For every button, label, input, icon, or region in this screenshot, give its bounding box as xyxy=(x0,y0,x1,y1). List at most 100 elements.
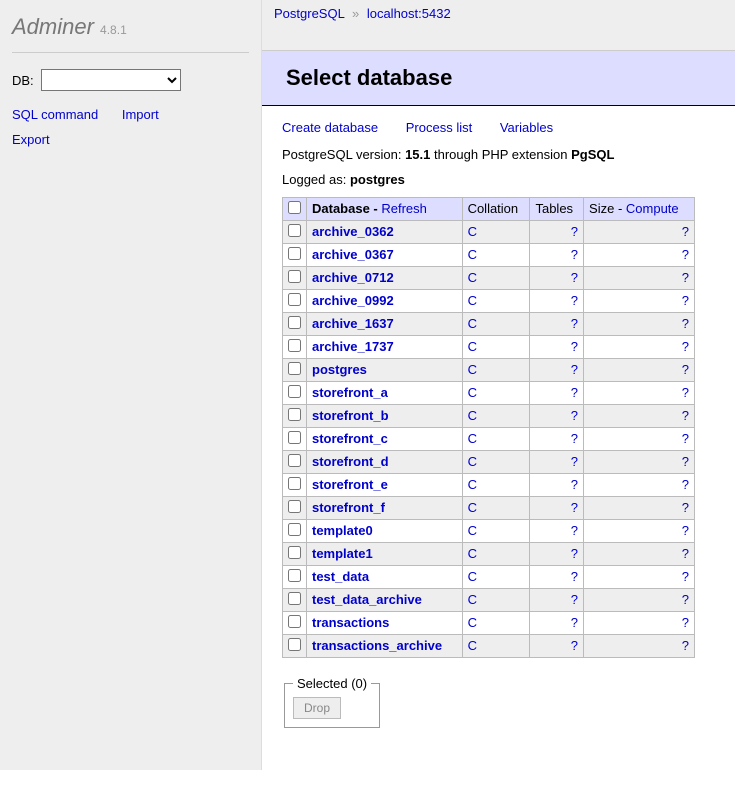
database-link[interactable]: storefront_a xyxy=(312,385,388,400)
row-checkbox[interactable] xyxy=(288,477,301,490)
drop-button[interactable]: Drop xyxy=(293,697,341,719)
row-checkbox[interactable] xyxy=(288,224,301,237)
row-checkbox[interactable] xyxy=(288,523,301,536)
size-link[interactable]: ? xyxy=(682,293,689,308)
size-link[interactable]: ? xyxy=(682,546,689,561)
tables-count-link[interactable]: ? xyxy=(571,270,578,285)
database-link[interactable]: template1 xyxy=(312,546,373,561)
size-link[interactable]: ? xyxy=(682,638,689,653)
tables-count-link[interactable]: ? xyxy=(571,592,578,607)
row-checkbox[interactable] xyxy=(288,431,301,444)
size-link[interactable]: ? xyxy=(682,408,689,423)
tables-count-link[interactable]: ? xyxy=(571,615,578,630)
tables-count-link[interactable]: ? xyxy=(571,247,578,262)
breadcrumb-server[interactable]: localhost:5432 xyxy=(367,6,451,21)
row-checkbox[interactable] xyxy=(288,339,301,352)
size-link[interactable]: ? xyxy=(682,477,689,492)
collation-link[interactable]: C xyxy=(468,385,477,400)
collation-link[interactable]: C xyxy=(468,638,477,653)
row-checkbox[interactable] xyxy=(288,247,301,260)
sql-command-link[interactable]: SQL command xyxy=(12,107,98,122)
tables-count-link[interactable]: ? xyxy=(571,523,578,538)
database-link[interactable]: archive_1637 xyxy=(312,316,394,331)
database-link[interactable]: storefront_b xyxy=(312,408,389,423)
import-link[interactable]: Import xyxy=(122,107,159,122)
row-checkbox[interactable] xyxy=(288,385,301,398)
breadcrumb-driver[interactable]: PostgreSQL xyxy=(274,6,344,21)
tables-count-link[interactable]: ? xyxy=(571,385,578,400)
size-link[interactable]: ? xyxy=(682,523,689,538)
collation-link[interactable]: C xyxy=(468,362,477,377)
database-link[interactable]: postgres xyxy=(312,362,367,377)
size-link[interactable]: ? xyxy=(682,569,689,584)
row-checkbox[interactable] xyxy=(288,454,301,467)
tables-count-link[interactable]: ? xyxy=(571,408,578,423)
row-checkbox[interactable] xyxy=(288,316,301,329)
database-link[interactable]: storefront_e xyxy=(312,477,388,492)
tables-count-link[interactable]: ? xyxy=(571,454,578,469)
row-checkbox[interactable] xyxy=(288,592,301,605)
collation-link[interactable]: C xyxy=(468,477,477,492)
size-link[interactable]: ? xyxy=(682,615,689,630)
database-link[interactable]: test_data xyxy=(312,569,369,584)
collation-link[interactable]: C xyxy=(468,569,477,584)
collation-link[interactable]: C xyxy=(468,247,477,262)
tables-count-link[interactable]: ? xyxy=(571,362,578,377)
row-checkbox[interactable] xyxy=(288,615,301,628)
collation-link[interactable]: C xyxy=(468,454,477,469)
database-link[interactable]: test_data_archive xyxy=(312,592,422,607)
database-link[interactable]: archive_1737 xyxy=(312,339,394,354)
tables-count-link[interactable]: ? xyxy=(571,638,578,653)
collation-link[interactable]: C xyxy=(468,546,477,561)
size-link[interactable]: ? xyxy=(682,431,689,446)
size-link[interactable]: ? xyxy=(682,500,689,515)
size-link[interactable]: ? xyxy=(682,270,689,285)
collation-link[interactable]: C xyxy=(468,316,477,331)
row-checkbox[interactable] xyxy=(288,270,301,283)
collation-link[interactable]: C xyxy=(468,523,477,538)
collation-link[interactable]: C xyxy=(468,431,477,446)
db-select[interactable] xyxy=(41,69,181,91)
database-link[interactable]: archive_0992 xyxy=(312,293,394,308)
row-checkbox[interactable] xyxy=(288,293,301,306)
database-link[interactable]: storefront_f xyxy=(312,500,385,515)
size-link[interactable]: ? xyxy=(682,316,689,331)
tables-count-link[interactable]: ? xyxy=(571,431,578,446)
collation-link[interactable]: C xyxy=(468,339,477,354)
size-link[interactable]: ? xyxy=(682,224,689,239)
database-link[interactable]: storefront_c xyxy=(312,431,388,446)
select-all-checkbox[interactable] xyxy=(288,201,301,214)
size-link[interactable]: ? xyxy=(682,339,689,354)
collation-link[interactable]: C xyxy=(468,408,477,423)
process-list-link[interactable]: Process list xyxy=(406,120,472,135)
size-link[interactable]: ? xyxy=(682,454,689,469)
tables-count-link[interactable]: ? xyxy=(571,569,578,584)
row-checkbox[interactable] xyxy=(288,546,301,559)
collation-link[interactable]: C xyxy=(468,615,477,630)
tables-count-link[interactable]: ? xyxy=(571,546,578,561)
create-database-link[interactable]: Create database xyxy=(282,120,378,135)
size-link[interactable]: ? xyxy=(682,385,689,400)
row-checkbox[interactable] xyxy=(288,569,301,582)
refresh-link[interactable]: Refresh xyxy=(381,201,427,216)
size-link[interactable]: ? xyxy=(682,247,689,262)
row-checkbox[interactable] xyxy=(288,408,301,421)
database-link[interactable]: storefront_d xyxy=(312,454,389,469)
collation-link[interactable]: C xyxy=(468,224,477,239)
tables-count-link[interactable]: ? xyxy=(571,293,578,308)
database-link[interactable]: template0 xyxy=(312,523,373,538)
size-link[interactable]: ? xyxy=(682,362,689,377)
tables-count-link[interactable]: ? xyxy=(571,477,578,492)
tables-count-link[interactable]: ? xyxy=(571,339,578,354)
tables-count-link[interactable]: ? xyxy=(571,224,578,239)
export-link[interactable]: Export xyxy=(12,132,50,147)
database-link[interactable]: transactions xyxy=(312,615,389,630)
database-link[interactable]: archive_0367 xyxy=(312,247,394,262)
database-link[interactable]: archive_0712 xyxy=(312,270,394,285)
variables-link[interactable]: Variables xyxy=(500,120,553,135)
row-checkbox[interactable] xyxy=(288,362,301,375)
compute-link[interactable]: Compute xyxy=(626,201,679,216)
size-link[interactable]: ? xyxy=(682,592,689,607)
collation-link[interactable]: C xyxy=(468,592,477,607)
collation-link[interactable]: C xyxy=(468,293,477,308)
